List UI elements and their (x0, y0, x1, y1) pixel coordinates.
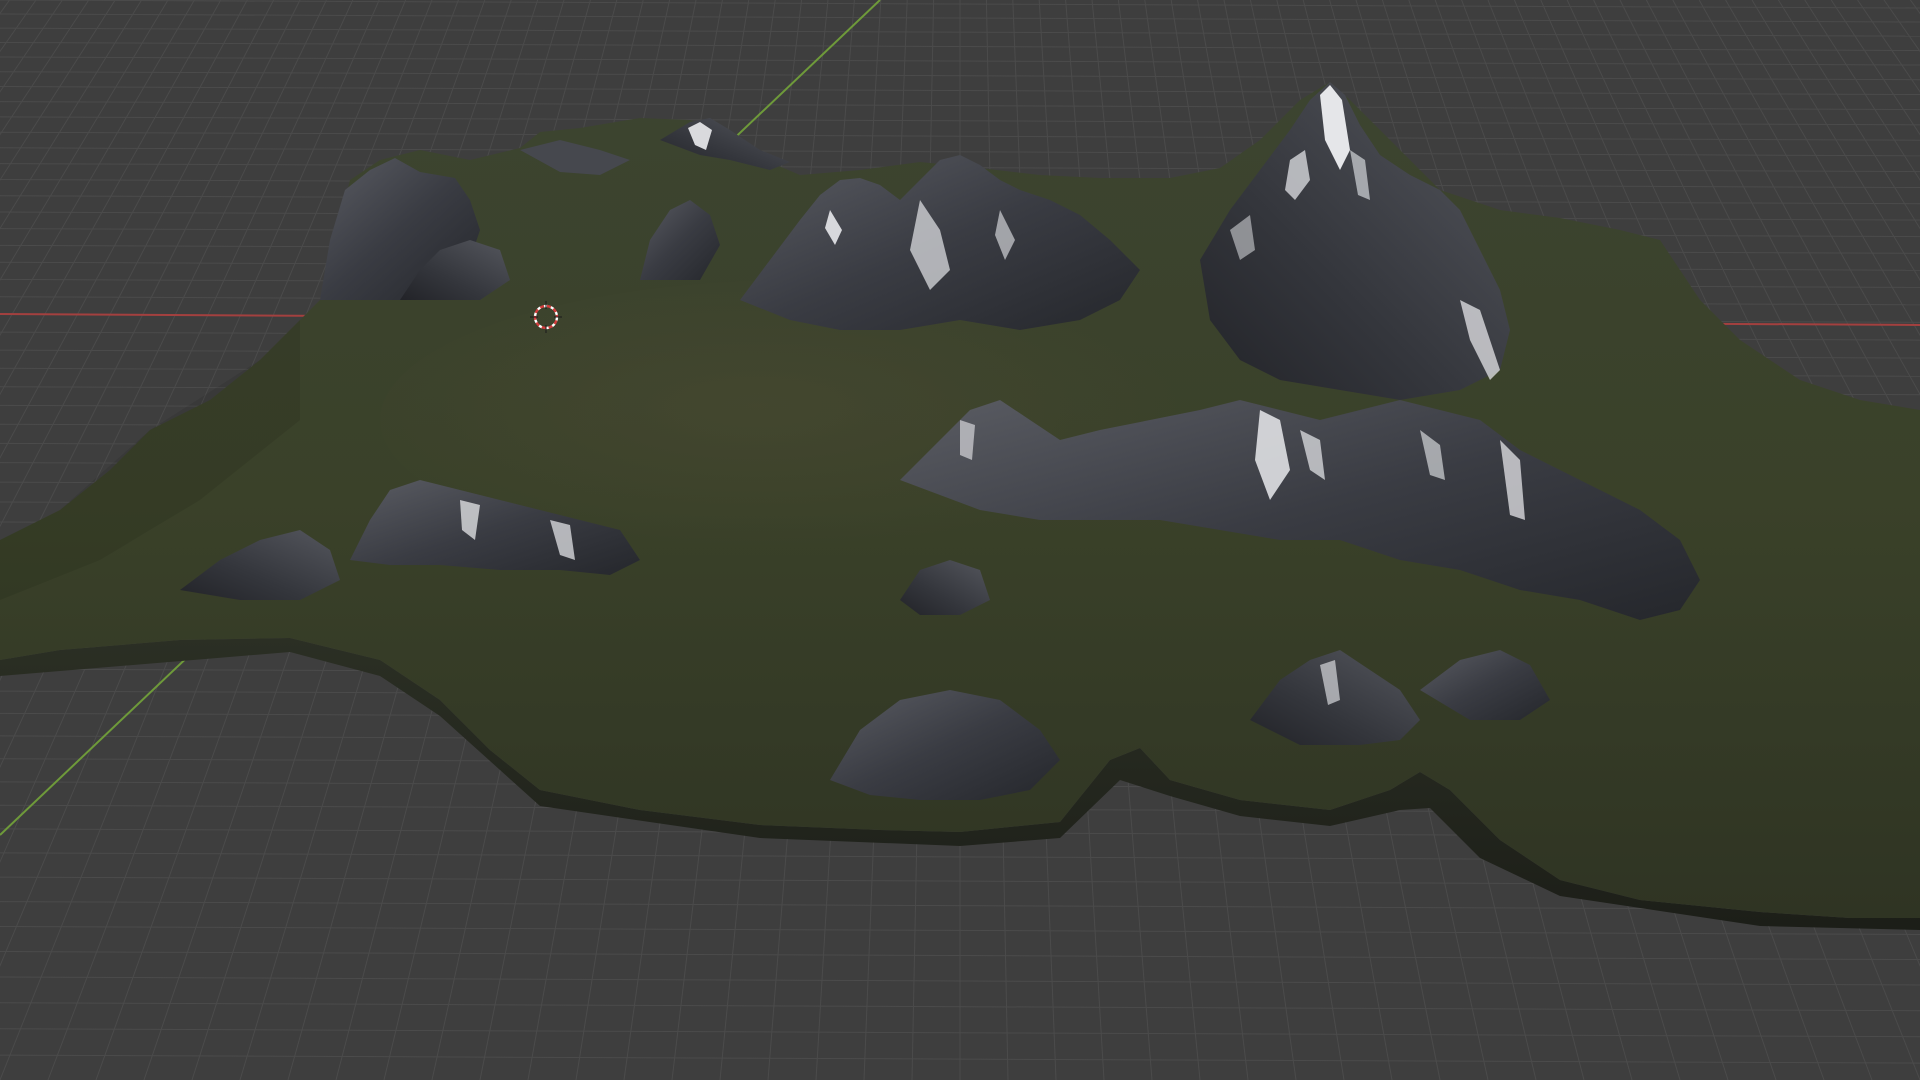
3d-viewport[interactable] (0, 0, 1920, 1080)
viewport-canvas[interactable] (0, 0, 1920, 1080)
